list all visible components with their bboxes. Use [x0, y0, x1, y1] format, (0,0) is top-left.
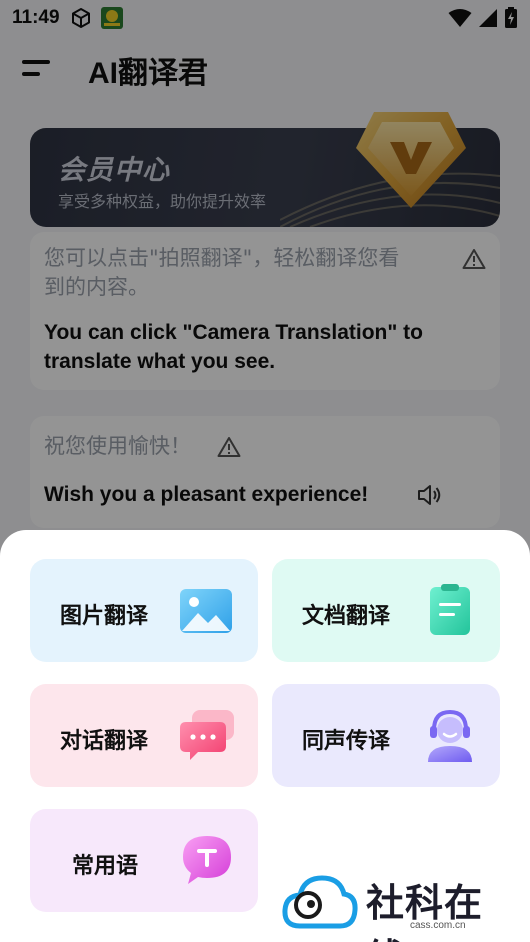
document-icon	[430, 584, 470, 635]
simultaneous-interpret-button[interactable]: 同声传译	[272, 684, 500, 787]
tile-label: 对话翻译	[60, 729, 149, 754]
chat-bubbles-icon	[180, 710, 234, 760]
tile-label: 图片翻译	[60, 604, 149, 629]
watermark-text: 社科在线	[366, 880, 484, 942]
image-translate-button[interactable]: 图片翻译	[30, 559, 258, 662]
tile-label: 常用语	[72, 854, 139, 879]
image-icon	[180, 589, 232, 633]
common-phrases-button[interactable]: 常用语	[30, 809, 258, 912]
document-translate-button[interactable]: 文档翻译	[272, 559, 500, 662]
headset-agent-icon	[428, 709, 472, 762]
watermark-url: cass.com.cn	[410, 920, 466, 931]
tile-label: 同声传译	[302, 729, 391, 754]
watermark-logo: 社科在线 cass.com.cn	[282, 870, 520, 942]
tile-label: 文档翻译	[302, 604, 391, 629]
phrase-bubble-icon	[183, 836, 231, 884]
cloud-eye-logo-icon	[282, 875, 358, 929]
dialogue-translate-button[interactable]: 对话翻译	[30, 684, 258, 787]
